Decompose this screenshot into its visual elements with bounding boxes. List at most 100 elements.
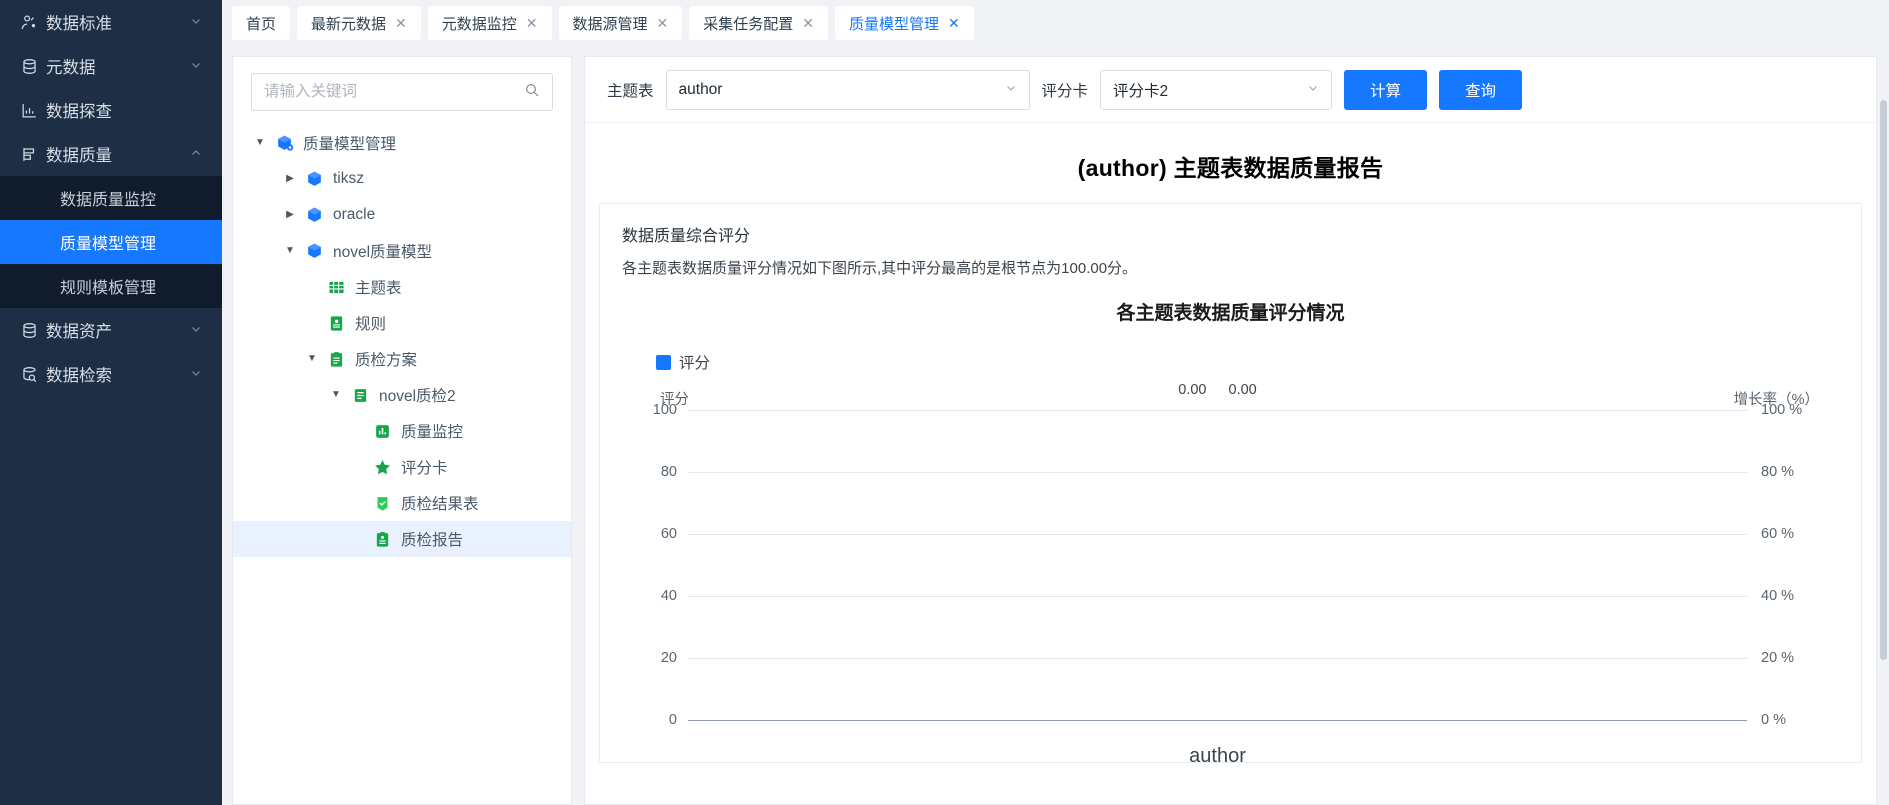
scorecard-value: 评分卡2	[1113, 82, 1169, 100]
gridline: 20 20 %	[661, 650, 1794, 666]
gridline: 60 60 %	[661, 526, 1794, 542]
y-tick-label: 100	[652, 402, 677, 418]
section-heading: 数据质量综合评分	[622, 228, 751, 245]
subject-table-label: 主题表	[607, 82, 654, 100]
chevron-down-icon[interactable]	[1307, 82, 1319, 97]
score-section-card: 数据质量综合评分 各主题表数据质量评分情况如下图所示,其中评分最高的是根节点为1…	[599, 203, 1862, 767]
tree-node-label: 质检报告	[401, 532, 464, 549]
data-label-score: 0.00	[1178, 382, 1207, 398]
chevron-down-icon[interactable]: ▼	[325, 390, 347, 400]
chevron-right-icon[interactable]: ▶	[279, 174, 301, 184]
tree-node-novel-quality-model[interactable]: ▼ novel质量模型	[233, 233, 571, 269]
close-icon[interactable]: ✕	[802, 16, 814, 30]
search-input[interactable]	[264, 83, 524, 101]
query-button[interactable]: 查询	[1439, 69, 1523, 110]
scorecard-label: 评分卡	[1041, 82, 1089, 100]
tab-quality-model-mgmt[interactable]: 质量模型管理 ✕	[835, 6, 974, 40]
model-root-icon	[271, 134, 297, 153]
tree-node-label: 质检方案	[355, 352, 418, 369]
tree-node-quality-model-root[interactable]: ▼ 质量模型管理	[233, 125, 571, 161]
tab-metadata-monitor[interactable]: 元数据监控 ✕	[427, 6, 552, 40]
tree-node-subject-table[interactable]: 主题表	[233, 269, 571, 305]
tree-search-wrap	[233, 57, 571, 119]
close-icon[interactable]: ✕	[657, 16, 669, 30]
chevron-down-icon	[190, 365, 204, 384]
search-box[interactable]	[251, 73, 553, 111]
calculate-button[interactable]: 计算	[1344, 69, 1428, 110]
y2-tick-label: 80 %	[1761, 464, 1795, 480]
chevron-down-icon	[190, 13, 204, 32]
sidebar-item-metadata[interactable]: 元数据	[0, 44, 222, 88]
sidebar-item-label: 数据检索	[46, 367, 112, 385]
y-tick-label: 60	[660, 526, 677, 542]
subject-table-value: author	[678, 80, 723, 98]
tree-node-inspection-report[interactable]: 质检报告	[233, 521, 571, 557]
grid-area: 100 100 % 80 80 % 60 60 % 40 40 % 20 20 …	[653, 382, 1802, 767]
sidebar-item-label: 元数据	[46, 59, 96, 77]
tab-datasource-mgmt[interactable]: 数据源管理 ✕	[558, 6, 683, 40]
gridline: 100 100 %	[653, 402, 1802, 418]
tree-node-label: novel质量模型	[333, 244, 433, 261]
sidebar-item-quality-model-mgmt[interactable]: 质量模型管理	[0, 220, 222, 264]
close-icon[interactable]: ✕	[948, 16, 960, 30]
sidebar-item-rule-template-mgmt[interactable]: 规则模板管理	[0, 264, 222, 308]
chart-legend[interactable]: 评分	[656, 351, 1839, 373]
doc-icon	[347, 387, 373, 404]
chevron-down-icon[interactable]: ▼	[279, 246, 301, 256]
axis-baseline: 0 0 %	[669, 712, 1786, 728]
chevron-down-icon[interactable]: ▼	[249, 138, 271, 148]
sidebar-item-data-探查[interactable]: 数据探查	[0, 88, 222, 132]
scrollbar-thumb[interactable]	[1880, 100, 1887, 660]
close-icon[interactable]: ✕	[395, 16, 407, 30]
sidebar-item-data-quality[interactable]: 数据质量	[0, 132, 222, 176]
sidebar-item-data-standard[interactable]: 数据标准	[0, 0, 222, 44]
y2-tick-label: 100 %	[1761, 402, 1803, 418]
report-toolbar: 主题表 author 评分卡 评分卡2 计算 查询	[585, 57, 1876, 123]
page-scrollbar[interactable]	[1880, 0, 1888, 805]
table-icon	[323, 279, 349, 296]
chart-plot-area: 评分 增长率（%） 100 100 % 80 80 % 60 60 % 40 4…	[622, 382, 1839, 767]
tab-bar: 首页 最新元数据 ✕ 元数据监控 ✕ 数据源管理 ✕ 采集任务配置 ✕ 质量模型…	[222, 0, 1889, 46]
tree-node-inspection-plan[interactable]: ▼ 质检方案	[233, 341, 571, 377]
y2-tick-label: 60 %	[1761, 526, 1795, 542]
tab-label: 元数据监控	[441, 15, 517, 33]
subject-table-select[interactable]: author	[665, 69, 1030, 110]
sidebar-item-label: 数据标准	[46, 15, 112, 33]
cube-icon	[301, 170, 327, 189]
search-icon[interactable]	[524, 82, 540, 103]
tree-node-inspection-result-table[interactable]: 质检结果表	[233, 485, 571, 521]
section-text: 各主题表数据质量评分情况如下图所示,其中评分最高的是根节点为100.00分。	[622, 260, 1138, 277]
scorecard-select[interactable]: 评分卡2	[1100, 69, 1333, 110]
legend-label-score: 评分	[679, 355, 711, 372]
report-panel: 主题表 author 评分卡 评分卡2 计算 查询 (author) 主题表数据…	[584, 56, 1877, 805]
y-tick-label: 40	[660, 588, 677, 604]
cube-icon	[301, 206, 327, 225]
tree-node-label: 评分卡	[401, 460, 448, 477]
gridline: 40 40 %	[661, 588, 1794, 604]
chevron-down-icon[interactable]: ▼	[301, 354, 323, 364]
tree-node-label: 规则	[355, 316, 387, 333]
y-tick-label: 20	[660, 650, 677, 666]
sidebar-item-data-search[interactable]: 数据检索	[0, 352, 222, 396]
database-icon	[20, 57, 46, 76]
tab-latest-metadata[interactable]: 最新元数据 ✕	[297, 6, 421, 40]
tab-home[interactable]: 首页	[232, 6, 291, 40]
main-region: 首页 最新元数据 ✕ 元数据监控 ✕ 数据源管理 ✕ 采集任务配置 ✕ 质量模型…	[222, 0, 1889, 805]
chevron-right-icon[interactable]: ▶	[279, 210, 301, 220]
tree-node-label: 质量模型管理	[303, 136, 397, 153]
tree-node-scorecard[interactable]: 评分卡	[233, 449, 571, 485]
close-icon[interactable]: ✕	[526, 16, 538, 30]
y2-tick-label: 20 %	[1761, 650, 1795, 666]
chevron-down-icon[interactable]	[1005, 82, 1017, 97]
tree-node-rules[interactable]: 规则	[233, 305, 571, 341]
sidebar-item-label: 数据资产	[46, 323, 112, 341]
tree-node-oracle[interactable]: ▶ oracle	[233, 197, 571, 233]
tab-label: 采集任务配置	[703, 15, 794, 33]
tree-node-quality-monitor[interactable]: 质量监控	[233, 413, 571, 449]
sidebar-item-quality-monitor[interactable]: 数据质量监控	[0, 176, 222, 220]
tab-collection-task-config[interactable]: 采集任务配置 ✕	[689, 6, 829, 40]
tree-node-tiksz[interactable]: ▶ tiksz	[233, 161, 571, 197]
x-axis-category-label: author	[1189, 744, 1246, 767]
sidebar-item-data-assets[interactable]: 数据资产	[0, 308, 222, 352]
tree-node-novel-inspection-2[interactable]: ▼ novel质检2	[233, 377, 571, 413]
